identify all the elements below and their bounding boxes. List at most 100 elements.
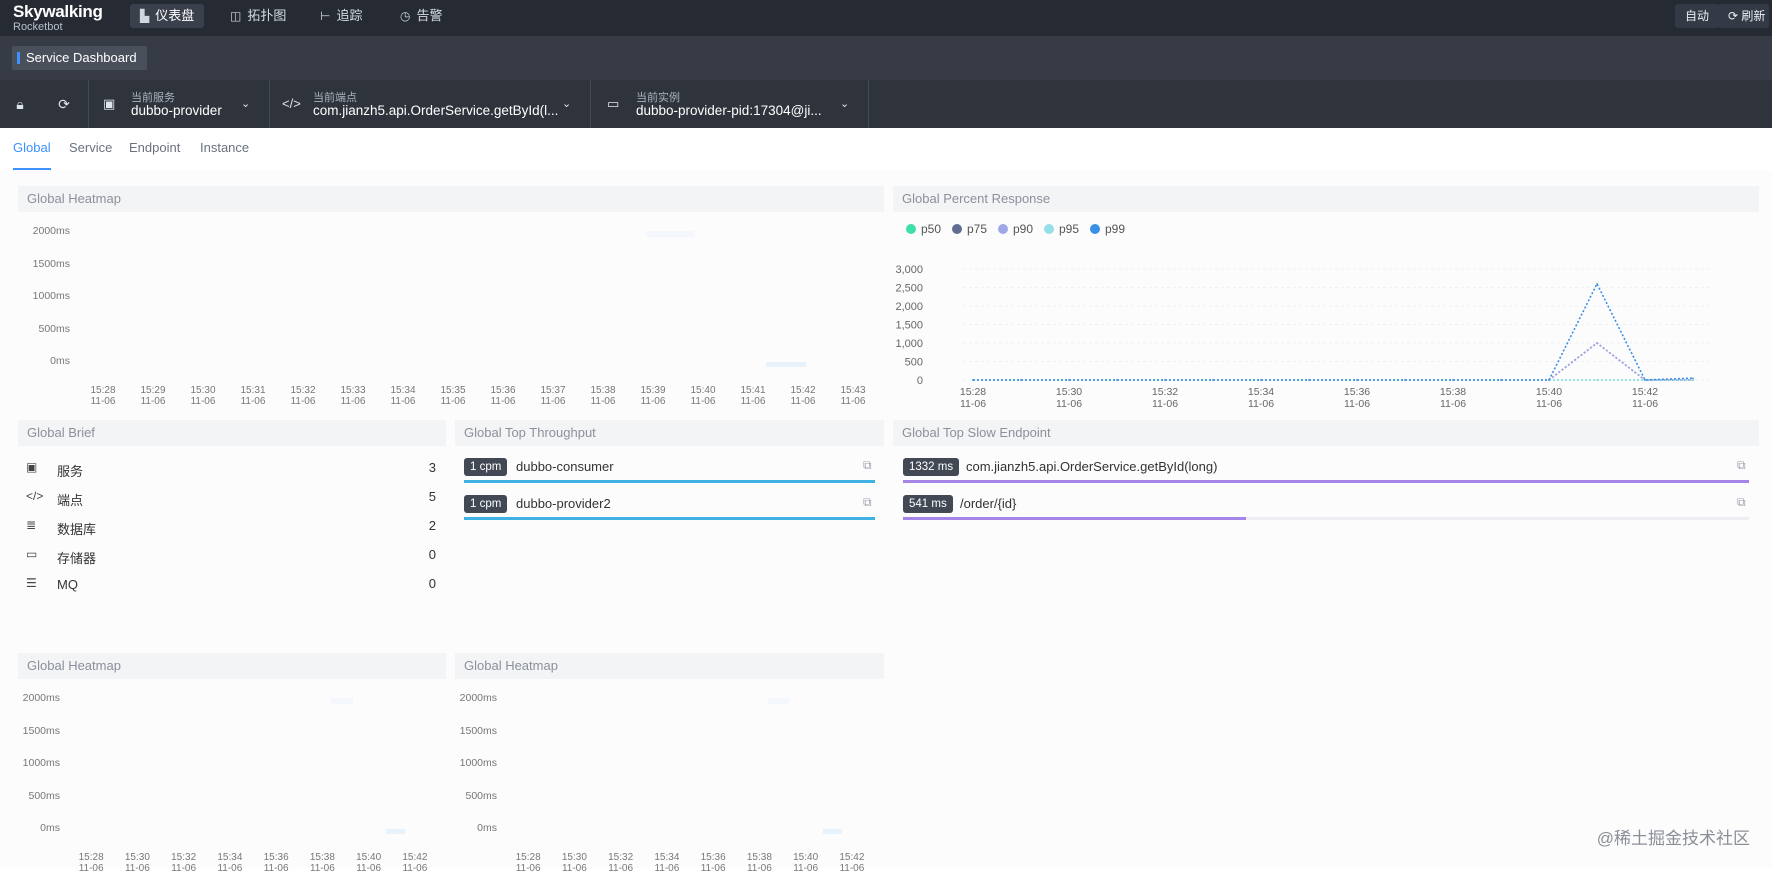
dashboard-tab-bar: Service Dashboard [0,36,1772,80]
x-tick-label: 15:32 11-06 [283,385,323,407]
x-tick-label: 15:42 [1632,386,1658,398]
refresh-icon: ⟳ [1728,9,1739,23]
top-nav-bar: Skywalking Rocketbot ▙ 仪表盘 ◫ 拓扑图 ⊢ 追踪 ◷ … [0,0,1772,36]
panel-title-heatmap-2: Global Heatmap [18,653,446,679]
tab-global[interactable]: Global [13,140,51,170]
item-name[interactable]: dubbo-consumer [516,459,614,474]
panel-title-brief: Global Brief [18,420,446,446]
tab-endpoint[interactable]: Endpoint [129,140,180,168]
refresh-button[interactable]: ⟳ 刷新 [1718,4,1770,28]
lock-icon[interactable]: 🔒︎ [1,80,39,128]
nav-label: 拓扑图 [247,8,287,23]
y-tick-label: 1,500 [895,320,923,332]
x-tick-date: 11-06 [402,863,428,874]
data-point-p99[interactable] [1308,379,1310,381]
legend-label: p99 [1105,222,1126,236]
data-point-p99[interactable] [1452,379,1454,381]
item-name[interactable]: dubbo-provider2 [516,496,611,511]
data-point-p99[interactable] [1356,379,1358,381]
x-tick-label: 15:28 [960,386,986,398]
item-name[interactable]: com.jianzh5.api.OrderService.getById(lon… [966,459,1217,474]
x-tick-time: 15:33 [340,385,366,396]
data-point-p99[interactable] [1596,283,1598,285]
heatmap-cell [646,231,694,237]
data-point-p99[interactable] [1404,379,1406,381]
copy-icon[interactable]: ⧉ [1737,458,1746,473]
copy-icon[interactable]: ⧉ [1737,495,1746,510]
code-icon: </> [282,96,301,111]
data-point-p99[interactable] [1260,379,1262,381]
nav-item-dashboard[interactable]: ▙ 仪表盘 [130,4,205,28]
x-tick-time: 15:32 [171,852,197,863]
x-tick-time: 15:36 [263,852,289,863]
data-point-p90[interactable] [1596,342,1598,344]
data-point-p99[interactable] [1692,377,1694,379]
data-point-p99[interactable] [1644,379,1646,381]
x-tick-time: 15:30 [561,852,587,863]
alarm-icon: ◷ [400,9,411,23]
copy-icon[interactable]: ⧉ [863,458,872,473]
data-point-p99[interactable] [1068,379,1070,381]
progress-bar [903,480,1749,483]
service-selector-value: dubbo-provider [131,103,222,118]
x-tick-label: 15:30 11-06 [554,852,594,874]
data-point-p99[interactable] [1164,379,1166,381]
x-tick-date: 11-06 [840,396,866,407]
nav-item-alarm[interactable]: ◷ 告警 [390,4,453,28]
item-name[interactable]: /order/{id} [960,496,1016,511]
storage-icon: ▭ [26,547,38,561]
series-line-p99 [973,282,1694,381]
data-point-p95[interactable] [1692,379,1694,381]
dashboard-tab[interactable]: Service Dashboard [12,46,147,70]
service-selector[interactable]: ▣ 当前服务 dubbo-provider ⌄ [88,80,270,128]
heatmap-cell [823,829,842,834]
x-tick-time: 15:34 [654,852,680,863]
y-tick-label: 1000ms [32,290,70,302]
panel-title-heatmap-3: Global Heatmap [455,653,884,679]
x-tick-label: 15:42 11-06 [783,385,823,407]
data-point-p99[interactable] [1500,379,1502,381]
instance-selector[interactable]: ▭ 当前实例 dubbo-provider-pid:17304@ji... ⌄ [590,80,869,128]
brief-value: 3 [428,460,436,475]
legend-item-p75[interactable]: p75 [952,222,987,236]
nav-item-trace[interactable]: ⊢ 追踪 [310,4,372,28]
logo[interactable]: Skywalking Rocketbot [13,3,103,33]
x-tick-time: 15:40 [690,385,716,396]
x-tick-label: 15:35 11-06 [433,385,473,407]
trace-icon: ⊢ [320,9,331,23]
nav-item-topology[interactable]: ◫ 拓扑图 [220,4,296,28]
legend-item-p95[interactable]: p95 [1044,222,1079,236]
data-point-p99[interactable] [1548,379,1550,381]
chevron-down-icon: ⌄ [241,98,251,110]
y-tick-label: 1,000 [895,338,923,350]
legend-item-p90[interactable]: p90 [998,222,1033,236]
brief-row: ▭ 存储器 0 [26,545,436,567]
x-tick-date: 11-06 [690,396,716,407]
data-point-p99[interactable] [972,379,974,381]
x-tick-date: 11-06 [540,396,566,407]
data-point-p95[interactable] [1596,379,1598,381]
reload-icon[interactable]: ⟳ [45,80,83,128]
x-tick-date: 11-06 [356,863,382,874]
tab-instance[interactable]: Instance [200,140,249,168]
legend-item-p99[interactable]: p99 [1090,222,1125,236]
x-tick-label: 15:28 11-06 [83,385,123,407]
nav-label: 追踪 [336,8,363,23]
tab-service[interactable]: Service [69,140,112,168]
copy-icon[interactable]: ⧉ [863,495,872,510]
legend-label: p75 [967,222,988,236]
endpoint-selector[interactable]: </> 当前端点 com.jianzh5.api.OrderService.ge… [268,80,591,128]
x-tick-label: 15:42 11-06 [832,852,872,874]
auto-button[interactable]: 自动 [1675,4,1720,28]
brief-label: 存储器 [57,551,97,566]
data-point-p99[interactable] [1212,379,1214,381]
y-tick-label: 500 [905,357,923,369]
data-point-p99[interactable] [1020,379,1022,381]
x-tick-label: 15:36 11-06 [256,852,296,874]
brief-row: ▣ 服务 3 [26,458,436,480]
x-tick-date: 11-06 [700,863,726,874]
x-tick-label: 15:40 [1536,386,1562,398]
data-point-p99[interactable] [1116,379,1118,381]
y-tick-label: 2000ms [22,692,60,704]
legend-item-p50[interactable]: p50 [906,222,941,236]
